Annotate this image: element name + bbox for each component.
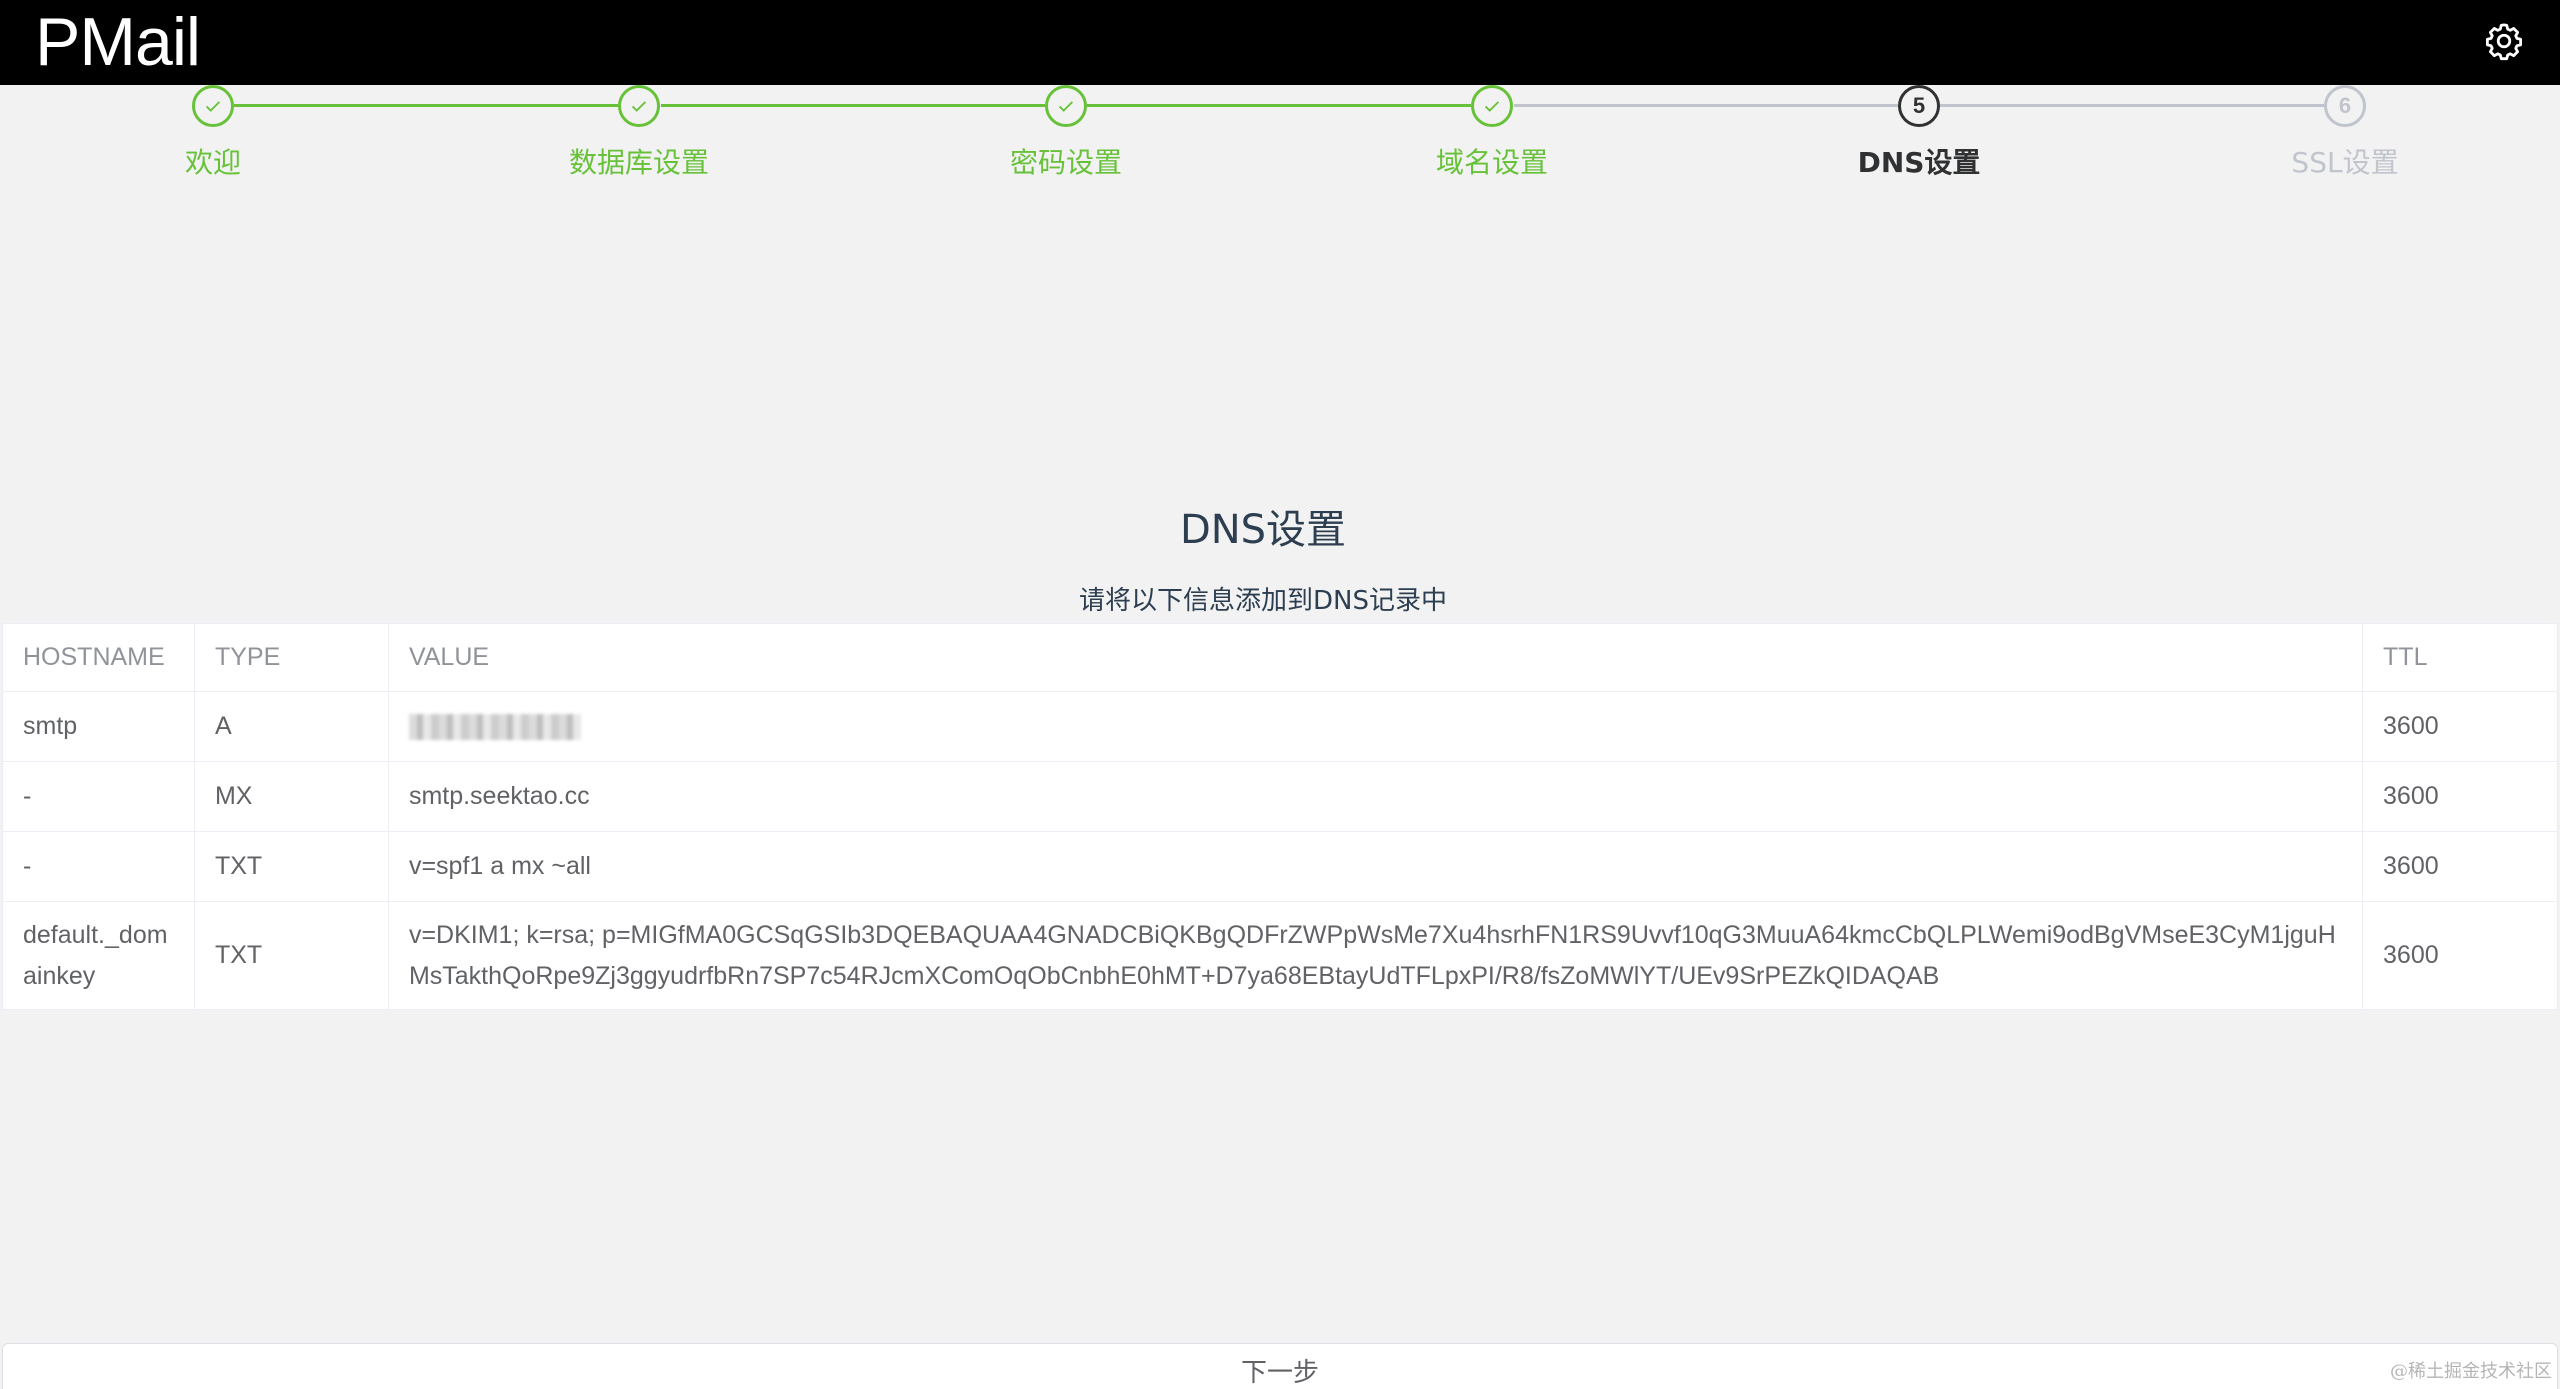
ttl-cell: 3600 [2362, 761, 2558, 832]
setup-steps: 5 6 欢迎 数据库设置 密码设置 域名设置 DNS设置 SSL设置 [0, 85, 2560, 195]
step-connector [1087, 104, 1471, 107]
step-connector [1514, 104, 1898, 107]
watermark: @稀土掘金技术社区 [2390, 1361, 2552, 1382]
column-header-value: VALUE [387, 623, 2364, 692]
value-cell: v=spf1 a mx ~all [387, 831, 2364, 902]
step-3-check-icon [1045, 85, 1087, 127]
step-6-number: 6 [2324, 85, 2366, 127]
value-cell [387, 691, 2364, 762]
hostname-cell: default._domainkey [2, 901, 195, 1010]
step-connector [1940, 104, 2324, 107]
page-subtitle: 请将以下信息添加到DNS记录中 [1079, 586, 1447, 616]
value-cell: v=DKIM1; k=rsa; p=MIGfMA0GCSqGSIb3DQEBAQ… [387, 901, 2364, 1010]
step-4-title: 域名设置 [1435, 146, 1548, 179]
table-row: - TXT v=spf1 a mx ~all 3600 [2, 831, 2558, 902]
table-header-row: HOSTNAME TYPE VALUE TTL [2, 623, 2558, 692]
next-step-button[interactable]: 下一步 [2, 1343, 2558, 1389]
step-3-title: 密码设置 [1009, 146, 1122, 179]
type-cell: MX [193, 761, 389, 832]
top-bar: PMail [0, 0, 2560, 85]
column-header-ttl: TTL [2362, 623, 2558, 692]
type-cell: TXT [193, 831, 389, 902]
redacted-ip-value [408, 714, 581, 741]
gear-icon[interactable] [2483, 20, 2525, 62]
step-1-check-icon [192, 85, 234, 127]
hostname-cell: smtp [2, 691, 195, 762]
ttl-cell: 3600 [2362, 901, 2558, 1010]
ttl-cell: 3600 [2362, 691, 2558, 762]
step-2-title: 数据库设置 [568, 146, 709, 179]
hostname-cell: - [2, 831, 195, 902]
ttl-cell: 3600 [2362, 831, 2558, 902]
column-header-type: TYPE [193, 623, 389, 692]
step-connector [234, 104, 618, 107]
type-cell: A [193, 691, 389, 762]
app-title: PMail [35, 4, 201, 80]
page-title: DNS设置 [1179, 507, 1347, 553]
hostname-cell: - [2, 761, 195, 832]
step-1-title: 欢迎 [184, 146, 241, 179]
value-cell: smtp.seektao.cc [387, 761, 2364, 832]
dns-records-table: HOSTNAME TYPE VALUE TTL smtp A 3600 - MX… [2, 623, 2558, 1010]
step-connector [661, 104, 1045, 107]
step-5-number: 5 [1898, 85, 1940, 127]
table-row: smtp A 3600 [2, 691, 2558, 762]
type-cell: TXT [193, 901, 389, 1010]
step-6-title: SSL设置 [2291, 146, 2399, 179]
step-2-check-icon [618, 85, 660, 127]
table-row: default._domainkey TXT v=DKIM1; k=rsa; p… [2, 901, 2558, 1010]
table-row: - MX smtp.seektao.cc 3600 [2, 761, 2558, 832]
step-5-title: DNS设置 [1857, 146, 1981, 179]
column-header-hostname: HOSTNAME [2, 623, 195, 692]
step-4-check-icon [1471, 85, 1513, 127]
